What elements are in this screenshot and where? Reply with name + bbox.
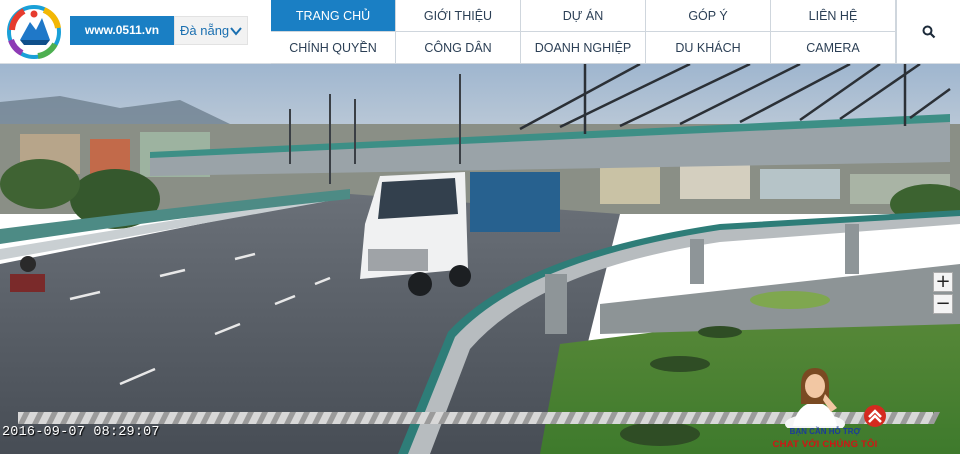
chevron-down-icon xyxy=(230,27,242,36)
chat-support-title: BẠN CẦN HỖ TRỢ xyxy=(789,427,861,436)
nav-du-an[interactable]: DỰ ÁN xyxy=(521,0,646,32)
traffic-camera-view[interactable]: 2016-09-07 08:29:07 + − BẠN CẦN HỖ TRỢ C… xyxy=(0,64,960,454)
city-select[interactable]: Đà nẵng xyxy=(174,16,248,45)
city-select-value: Đà nẵng xyxy=(180,23,230,38)
nav-camera[interactable]: CAMERA xyxy=(771,32,896,64)
nav-cong-dan[interactable]: CÔNG DÂN xyxy=(396,32,521,64)
chat-cta[interactable]: CHAT VỚI CHÚNG TÔI xyxy=(755,439,895,450)
chat-support-widget[interactable]: BẠN CẦN HỖ TRỢ CHAT VỚI CHÚNG TÔI xyxy=(755,364,905,454)
nav-du-khach[interactable]: DU KHÁCH xyxy=(646,32,771,64)
nav-gioi-thieu[interactable]: GIỚI THIỆU xyxy=(396,0,521,32)
search-button[interactable] xyxy=(896,0,960,64)
site-domain-badge[interactable]: www.0511.vn xyxy=(70,16,174,45)
nav-trang-chu[interactable]: TRANG CHỦ xyxy=(271,0,396,32)
support-agent-avatar xyxy=(785,368,845,428)
zoom-in-button[interactable]: + xyxy=(933,272,953,292)
camera-timestamp: 2016-09-07 08:29:07 xyxy=(2,425,160,440)
search-icon xyxy=(922,25,935,39)
nav-chinh-quyen[interactable]: CHÍNH QUYỀN xyxy=(271,32,396,64)
nav-lien-he[interactable]: LIÊN HỆ xyxy=(771,0,896,32)
scroll-to-top-icon[interactable] xyxy=(863,404,887,428)
nav-doanh-nghiep[interactable]: DOANH NGHIỆP xyxy=(521,32,646,64)
zoom-out-button[interactable]: − xyxy=(933,294,953,314)
main-nav: TRANG CHỦ GIỚI THIỆU DỰ ÁN GÓP Ý LIÊN HỆ… xyxy=(271,0,896,64)
site-logo[interactable] xyxy=(0,0,68,64)
page: www.0511.vn Đà nẵng TRANG CHỦ GIỚI THIỆU… xyxy=(0,0,960,454)
site-header: www.0511.vn Đà nẵng TRANG CHỦ GIỚI THIỆU… xyxy=(0,0,960,64)
nav-gop-y[interactable]: GÓP Ý xyxy=(646,0,771,32)
